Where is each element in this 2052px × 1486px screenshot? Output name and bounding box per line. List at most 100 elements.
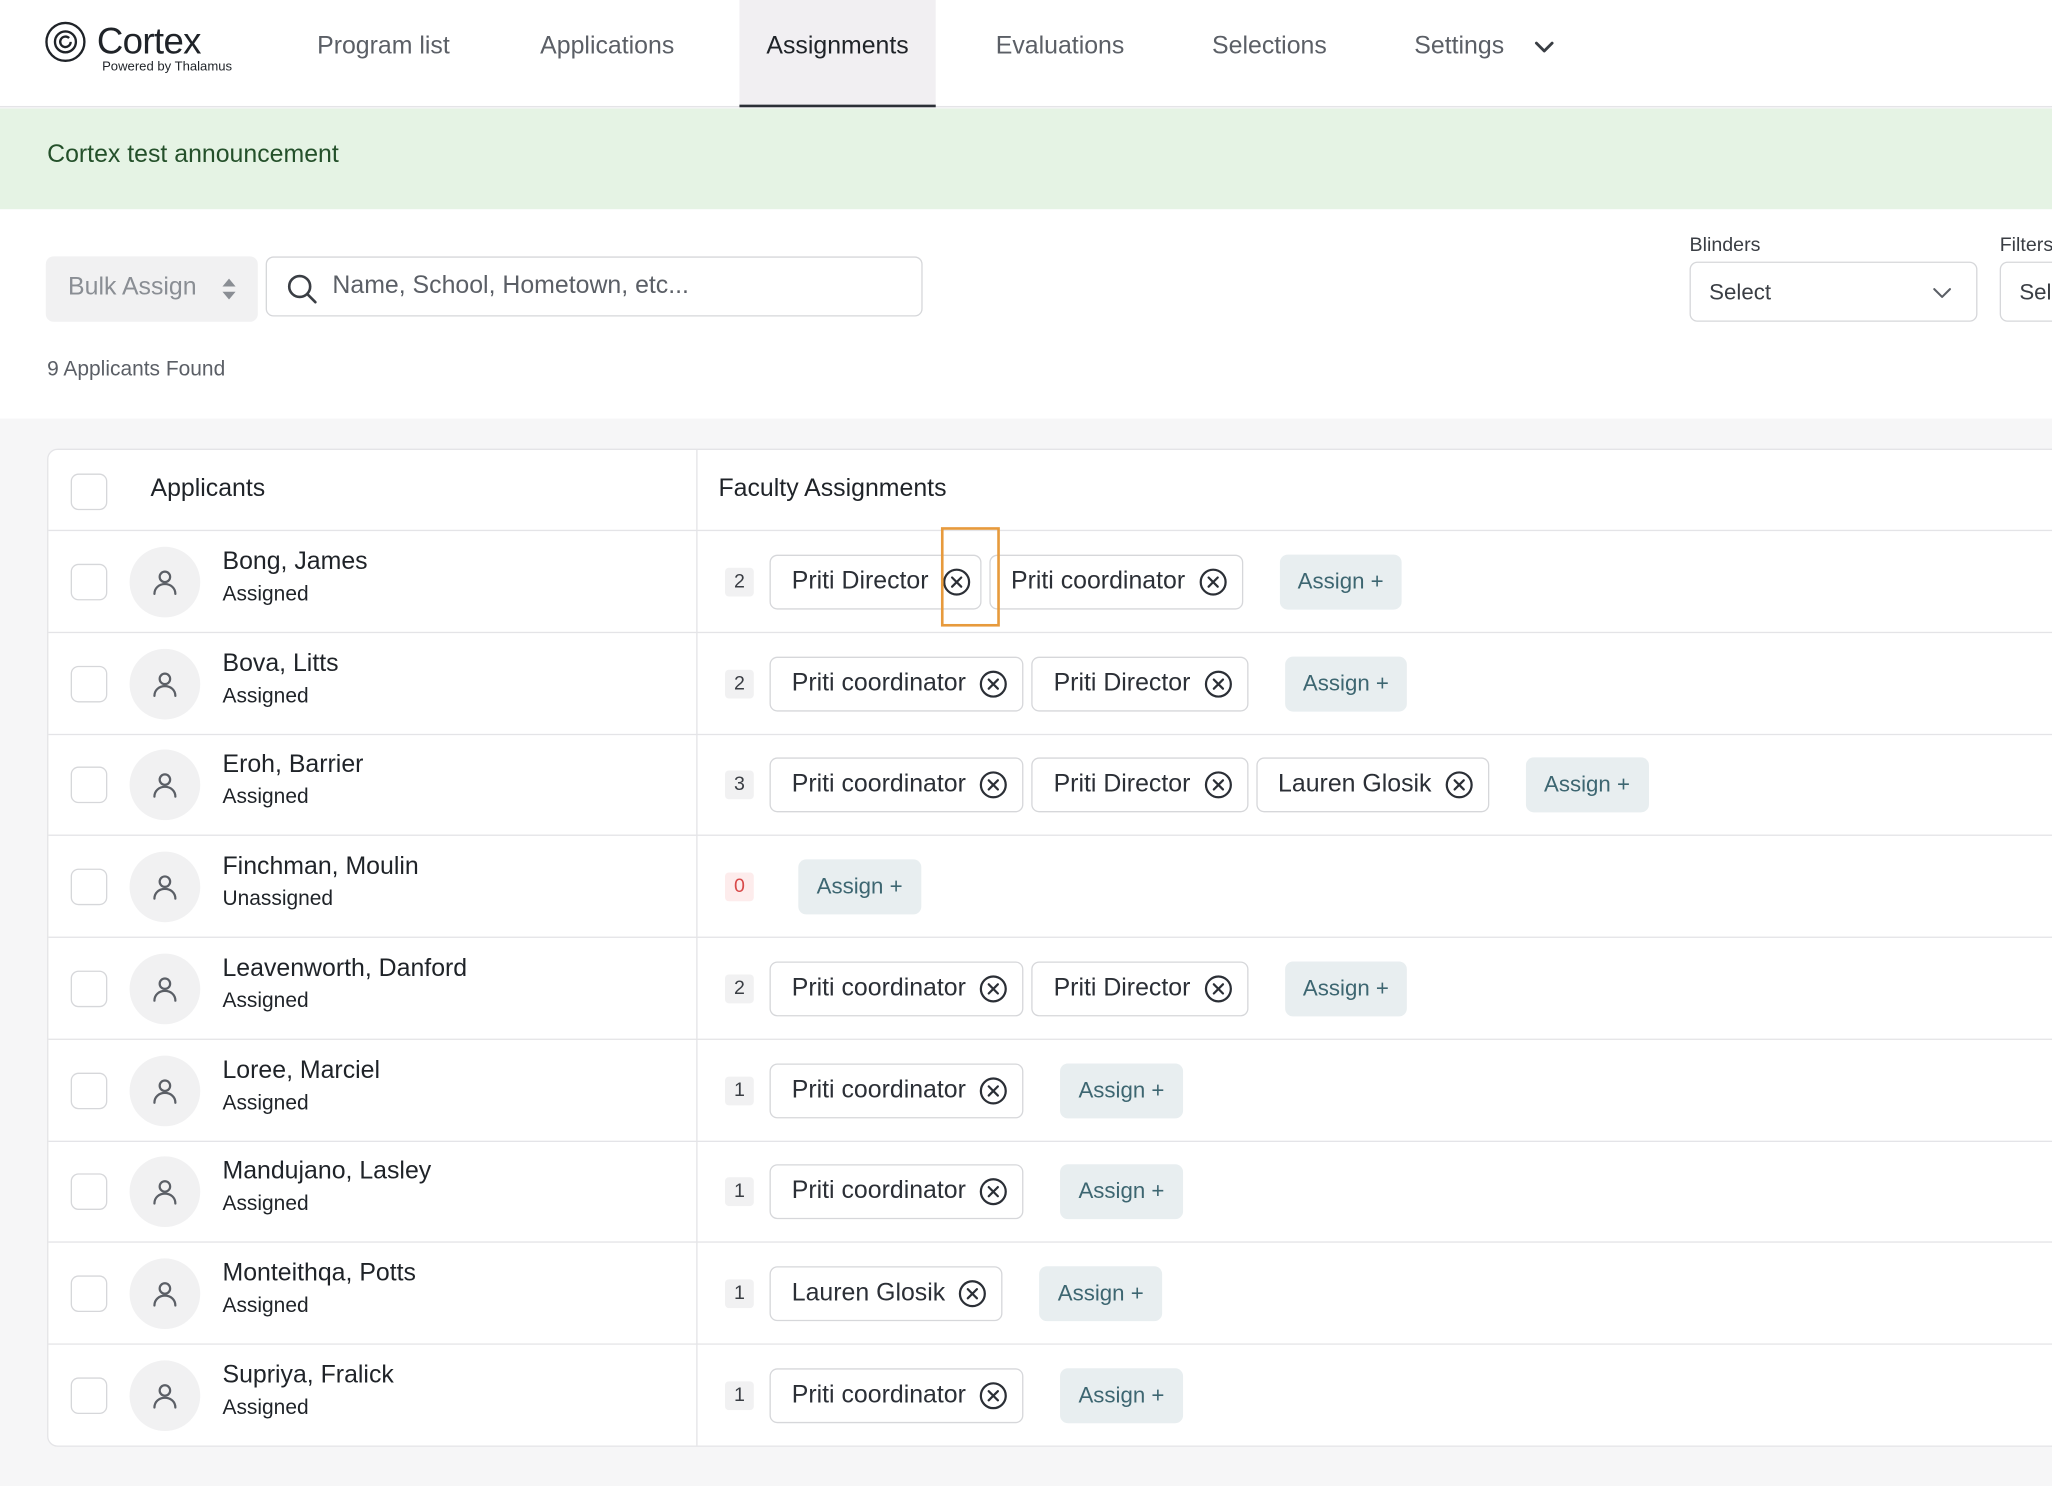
table-row: Loree, Marciel Assigned 1 Priti coordinator… xyxy=(48,1039,2052,1142)
remove-assignee-icon[interactable] xyxy=(978,1075,1009,1106)
assign-button[interactable]: Assign + xyxy=(1284,656,1408,712)
avatar xyxy=(129,1156,201,1228)
applicant-status: Assigned xyxy=(222,989,309,1013)
row-checkbox[interactable] xyxy=(70,665,108,703)
assignee-chip: Lauren Glosik xyxy=(1255,757,1490,813)
assignee-name: Priti Director xyxy=(1053,669,1191,697)
remove-assignee-icon[interactable] xyxy=(1202,973,1233,1004)
applicant-name[interactable]: Finchman, Moulin xyxy=(222,853,418,882)
user-icon xyxy=(153,1180,177,1205)
assignee-chip: Priti Director xyxy=(1031,757,1248,813)
applicant-status: Assigned xyxy=(222,583,309,606)
bulk-assign-select[interactable]: Bulk Assign xyxy=(45,256,258,322)
user-icon xyxy=(153,1383,177,1409)
applicant-name[interactable]: Eroh, Barrier xyxy=(222,751,363,780)
assign-button[interactable]: Assign + xyxy=(1060,1062,1183,1118)
assignee-name: Priti coordinator xyxy=(791,1075,966,1104)
avatar xyxy=(129,1054,201,1126)
assign-button[interactable]: Assign + xyxy=(798,859,921,915)
avatar xyxy=(129,953,201,1024)
assign-button[interactable]: Assign + xyxy=(1060,1164,1183,1220)
applicant-name[interactable]: Leavenworth, Danford xyxy=(222,955,467,984)
assignment-count-badge: 1 xyxy=(725,1380,754,1410)
applicant-status: Assigned xyxy=(222,685,309,708)
row-checkbox[interactable] xyxy=(70,563,108,601)
assign-button[interactable]: Assign + xyxy=(1525,757,1649,813)
assignee-chip: Priti Director xyxy=(1031,961,1248,1017)
brand-tagline: Powered by Thalamus xyxy=(102,60,233,75)
header-applicants: Applicants xyxy=(150,474,266,503)
blinders-select[interactable]: Select xyxy=(1689,261,1978,322)
assign-button[interactable]: Assign + xyxy=(1279,554,1402,610)
assignee-chip: Priti coordinator xyxy=(769,656,1024,712)
remove-assignee-icon[interactable] xyxy=(1197,566,1228,597)
nav-assignments[interactable]: Assignments xyxy=(739,0,936,108)
row-checkbox[interactable] xyxy=(70,970,108,1007)
row-checkbox[interactable] xyxy=(70,1275,108,1312)
assignee-name: Priti Director xyxy=(1053,974,1191,1002)
table-row: Eroh, Barrier Assigned 3 Priti coordinator P… xyxy=(48,734,2052,837)
applicant-name[interactable]: Bova, Litts xyxy=(222,650,338,679)
user-icon xyxy=(153,875,177,900)
remove-assignee-icon[interactable] xyxy=(1443,770,1474,801)
bulk-assign-label: Bulk Assign xyxy=(68,273,197,301)
assignee-chip: Priti coordinator xyxy=(769,1367,1024,1423)
assignment-count-badge: 0 xyxy=(725,872,754,902)
remove-assignee-icon[interactable] xyxy=(978,973,1009,1004)
chevron-down-icon[interactable] xyxy=(1531,34,1557,60)
sort-updown-icon xyxy=(222,278,236,300)
applicant-name[interactable]: Monteithqa, Potts xyxy=(222,1260,416,1289)
applicant-name[interactable]: Bong, James xyxy=(222,548,367,577)
applicant-name[interactable]: Mandujano, Lasley xyxy=(222,1158,431,1187)
table-row: Finchman, Moulin Unassigned 0 Assign + xyxy=(48,836,2052,939)
applicant-name[interactable]: Supriya, Fralick xyxy=(222,1361,393,1390)
row-checkbox[interactable] xyxy=(70,1173,108,1211)
row-checkbox[interactable] xyxy=(70,868,108,906)
nav-selections[interactable]: Selections xyxy=(1186,0,1354,107)
nav-program-list[interactable]: Program list xyxy=(291,0,477,107)
assign-button[interactable]: Assign + xyxy=(1284,961,1408,1017)
remove-assignee-icon[interactable] xyxy=(1202,668,1233,699)
applicant-status: Unassigned xyxy=(222,888,334,911)
filters-label: Filters xyxy=(1999,234,2052,257)
row-checkbox[interactable] xyxy=(70,1376,108,1414)
remove-assignee-icon[interactable] xyxy=(978,1176,1009,1207)
nav-evaluations[interactable]: Evaluations xyxy=(971,0,1149,107)
select-all-checkbox[interactable] xyxy=(70,473,108,511)
assignment-chips: Priti coordinator Priti Director Assign + xyxy=(769,656,1408,712)
remove-assignee-icon[interactable] xyxy=(1202,770,1233,801)
applicant-status: Assigned xyxy=(222,1193,309,1216)
remove-assignee-icon[interactable] xyxy=(978,668,1009,699)
assignee-name: Priti coordinator xyxy=(791,669,966,697)
assignment-chips: Priti coordinator Assign + xyxy=(769,1367,1183,1423)
assignee-chip: Priti coordinator xyxy=(769,1062,1024,1118)
assign-button[interactable]: Assign + xyxy=(1060,1367,1183,1423)
assignment-chips: Lauren Glosik Assign + xyxy=(769,1266,1163,1322)
remove-assignee-icon[interactable] xyxy=(978,770,1009,801)
cortex-logo[interactable]: Cortex Powered by Thalamus xyxy=(44,18,253,83)
filters-select[interactable]: Select xyxy=(1999,261,2052,322)
row-checkbox[interactable] xyxy=(70,767,108,804)
remove-assignee-icon[interactable] xyxy=(957,1278,988,1309)
cortex-logo-icon xyxy=(45,21,86,63)
remove-assignee-icon[interactable] xyxy=(978,1380,1009,1411)
assignee-name: Priti Director xyxy=(1053,770,1191,799)
table-row: Leavenworth, Danford Assigned 2 Priti coord… xyxy=(48,938,2052,1040)
assignee-name: Priti coordinator xyxy=(791,974,966,1002)
assign-button[interactable]: Assign + xyxy=(1039,1266,1163,1322)
search-input[interactable] xyxy=(332,265,909,308)
row-checkbox[interactable] xyxy=(70,1071,108,1109)
assignee-name: Priti coordinator xyxy=(791,1177,966,1206)
assignment-chips: Priti coordinator Assign + xyxy=(769,1062,1183,1118)
user-icon xyxy=(153,672,177,697)
assignment-chips: Priti coordinator Priti Director Assign + xyxy=(769,961,1408,1017)
nav-applications[interactable]: Applications xyxy=(513,0,701,107)
announcement-banner: Cortex test announcement xyxy=(0,108,2052,210)
user-icon xyxy=(153,773,177,799)
applicant-name[interactable]: Loree, Marciel xyxy=(222,1056,380,1085)
user-icon xyxy=(153,570,177,595)
table-row: Mandujano, Lasley Assigned 1 Priti coordina… xyxy=(48,1141,2052,1243)
nav-settings[interactable]: Settings xyxy=(1390,0,1529,107)
assignment-count-badge: 1 xyxy=(725,1075,754,1105)
search-icon xyxy=(287,274,317,304)
